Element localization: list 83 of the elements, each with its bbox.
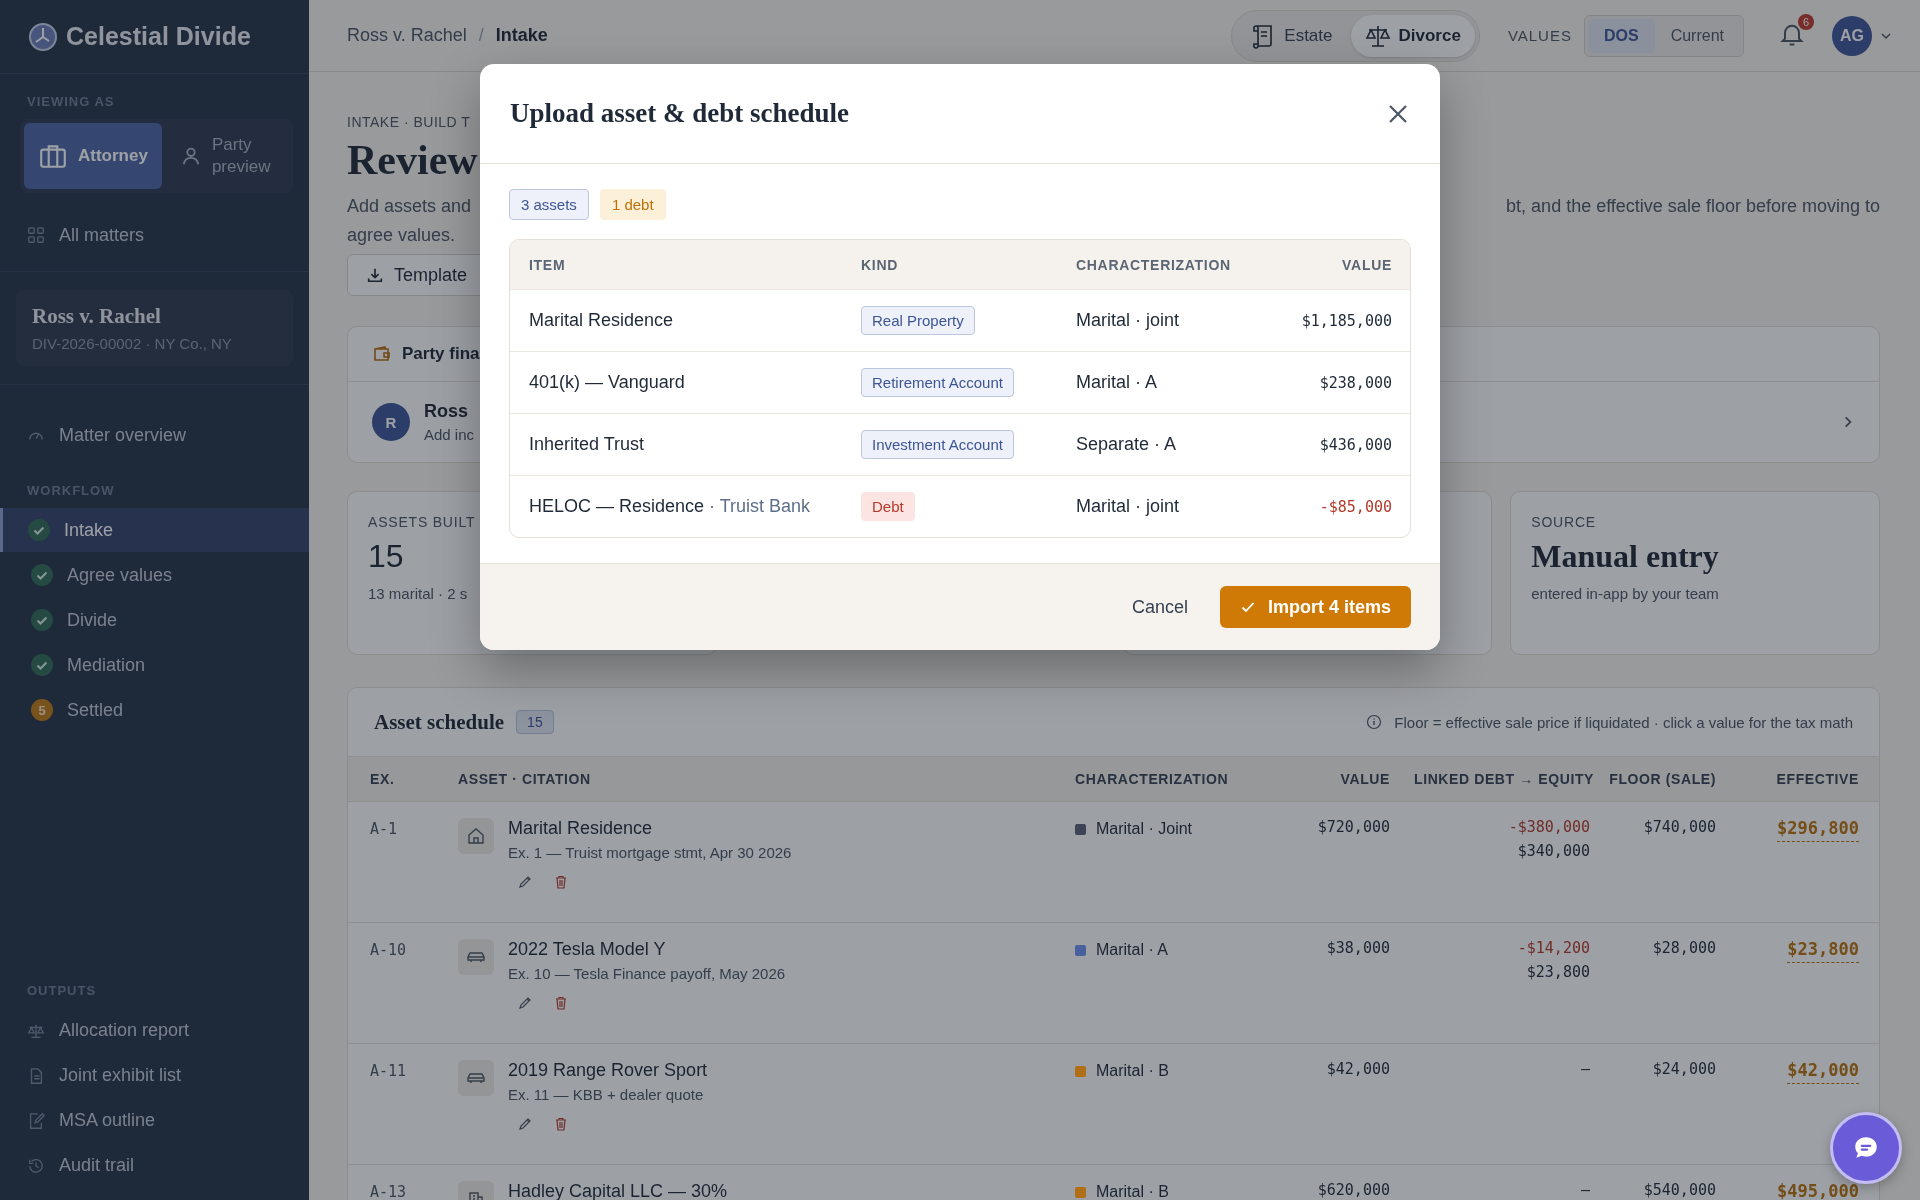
characterization-cell: Marital · Joint (1096, 820, 1193, 838)
count-badge: 15 (516, 710, 554, 734)
column-header: ASSET · CITATION (458, 771, 592, 787)
stat-value: 15 (368, 538, 405, 575)
kind-tag: Debt (861, 492, 915, 521)
characterization-cell-text: Marital · joint (1076, 496, 1181, 517)
count-chip: 1 debt (599, 189, 666, 220)
breadcrumb-separator: / (478, 25, 484, 46)
equity-cell: $23,800 (1526, 963, 1590, 981)
column-header: CHARACTERIZATION (1075, 771, 1230, 787)
debt-cell: -$14,200 (1517, 939, 1590, 957)
value-cell-text: $720,000 (1316, 818, 1390, 836)
panel-title: Asset schedule (374, 709, 505, 735)
kind-tag: Real Property (861, 306, 975, 335)
value-cell-text: -$85,000 (1318, 497, 1392, 516)
item-cell: Marital Residence (529, 310, 674, 330)
card-title: Party fina (402, 344, 480, 364)
party-name: Ross (424, 401, 468, 422)
lender-text: · Truist Bank (709, 496, 811, 516)
notification-count: 6 (1798, 14, 1814, 30)
values-label: VALUES (1507, 27, 1572, 44)
kind-tag: Retirement Account (861, 368, 1014, 397)
exhibit-cell-text: A-10 (370, 940, 408, 959)
eyebrow: INTAKE · BUILD T (347, 114, 471, 130)
debt-cell: -$380,000 (1508, 818, 1590, 836)
exhibit-cell-text: A-13 (370, 1182, 408, 1200)
column-header: KIND (861, 256, 900, 273)
value-cell-text: $436,000 (1318, 435, 1392, 454)
stat-note: 13 marital · 2 s (368, 585, 469, 602)
description-text: bt, and the effective sale floor before moving to (1506, 196, 1880, 217)
column-header: EFFECTIVE (1775, 771, 1859, 787)
exhibit-cell-text: A-1 (370, 819, 399, 838)
party-avatar: R (372, 403, 410, 441)
count-chip: 3 assets (509, 189, 589, 220)
exhibit-cell-text: A-11 (370, 1061, 408, 1080)
page-title: Review (347, 136, 478, 184)
characterization-cell: Marital · B (1096, 1183, 1169, 1200)
floor-cell-text: $28,000 (1651, 939, 1716, 957)
item-cell: 401(k) — Vanguard (529, 372, 685, 392)
value-cell-text: $42,000 (1325, 1060, 1390, 1078)
asset-name: Hadley Capital LLC — 30% (508, 1181, 728, 1200)
stat-value: Manual entry (1531, 538, 1720, 575)
asset-name: Marital Residence (508, 818, 653, 839)
dialog-title: Upload asset & debt schedule (510, 98, 850, 129)
value-cell-text: $238,000 (1318, 373, 1392, 392)
asset-citation: Ex. 1 — Truist mortgage stmt, Apr 30 2026 (508, 844, 792, 861)
asset-citation: Ex. 10 — Tesla Finance payoff, May 2026 (508, 965, 786, 982)
asset-name: 2019 Range Rover Sport (508, 1060, 708, 1081)
brand-name: Celestial Divide (66, 22, 251, 51)
column-header: EX. (370, 771, 396, 787)
value-cell-text: $620,000 (1316, 1181, 1390, 1199)
characterization-cell: Marital · A (1096, 941, 1168, 959)
floor-cell-text: $740,000 (1642, 818, 1716, 836)
column-header: FLOOR (SALE) (1608, 771, 1716, 787)
count-badge: 5 (31, 699, 53, 721)
equity-cell: — (1580, 1181, 1590, 1199)
value-cell-text: $1,185,000 (1300, 311, 1392, 330)
asset-name: 2022 Tesla Model Y (508, 939, 666, 960)
floor-cell-text: $24,000 (1651, 1060, 1716, 1078)
floor-cell-text: $540,000 (1642, 1181, 1716, 1199)
stat-label: ASSETS BUILT (368, 514, 477, 530)
characterization-cell-text: Marital · joint (1076, 310, 1181, 331)
column-header: LINKED DEBT → EQUITY (1413, 771, 1594, 787)
item-cell: Inherited Trust (529, 434, 645, 454)
item-cell: HELOC — Residence (529, 496, 705, 516)
characterization-cell-text: Marital · A (1076, 372, 1159, 393)
stat-note: entered in-app by your team (1531, 585, 1720, 602)
column-header: CHARACTERIZATION (1076, 256, 1232, 273)
column-header: VALUE (1341, 256, 1392, 273)
equity-cell: — (1580, 1060, 1590, 1078)
schedule-note: Floor = effective sale price if liquidated · click a value for the tax math (1394, 713, 1853, 731)
characterization-cell-text: Separate · A (1076, 434, 1178, 455)
characterization-cell: Marital · B (1096, 1062, 1169, 1080)
party-hint: Add inc (424, 426, 475, 443)
equity-cell: $340,000 (1517, 842, 1590, 860)
kind-tag: Investment Account (861, 430, 1014, 459)
description-text: agree values. (347, 225, 456, 246)
description-text: Add assets and (347, 196, 472, 217)
stat-label: SOURCE (1531, 514, 1597, 530)
column-header: VALUE (1339, 771, 1390, 787)
asset-citation: Ex. 11 — KBB + dealer quote (508, 1086, 704, 1103)
matter-title: Ross v. Rachel (32, 304, 162, 329)
value-cell-text: $38,000 (1325, 939, 1390, 957)
